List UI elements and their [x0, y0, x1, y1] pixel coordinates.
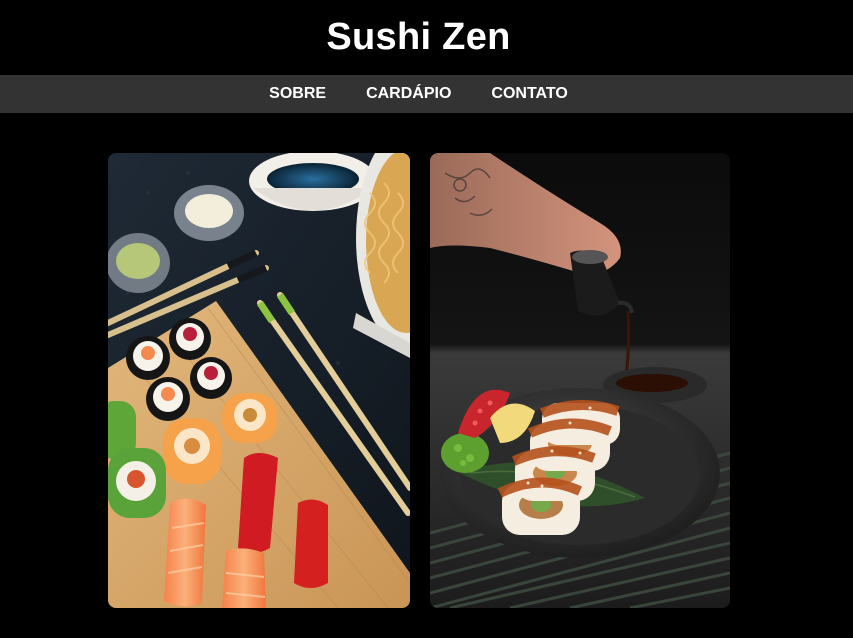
sushi-platter-photo: [108, 153, 410, 608]
sushi-rolls-plate-photo: [430, 153, 730, 608]
site-title: Sushi Zen: [326, 16, 511, 58]
nav-link-sobre[interactable]: SOBRE: [269, 85, 326, 103]
nav-link-cardapio[interactable]: CARDÁPIO: [366, 85, 451, 103]
nav-link-contato[interactable]: CONTATO: [491, 85, 567, 103]
sushi-platter-image: [108, 153, 410, 608]
sushi-rolls-image: [430, 153, 730, 608]
site-header: Sushi Zen: [0, 0, 853, 75]
photo-gallery: [0, 113, 853, 638]
main-nav: SOBRE CARDÁPIO CONTATO: [0, 75, 853, 113]
